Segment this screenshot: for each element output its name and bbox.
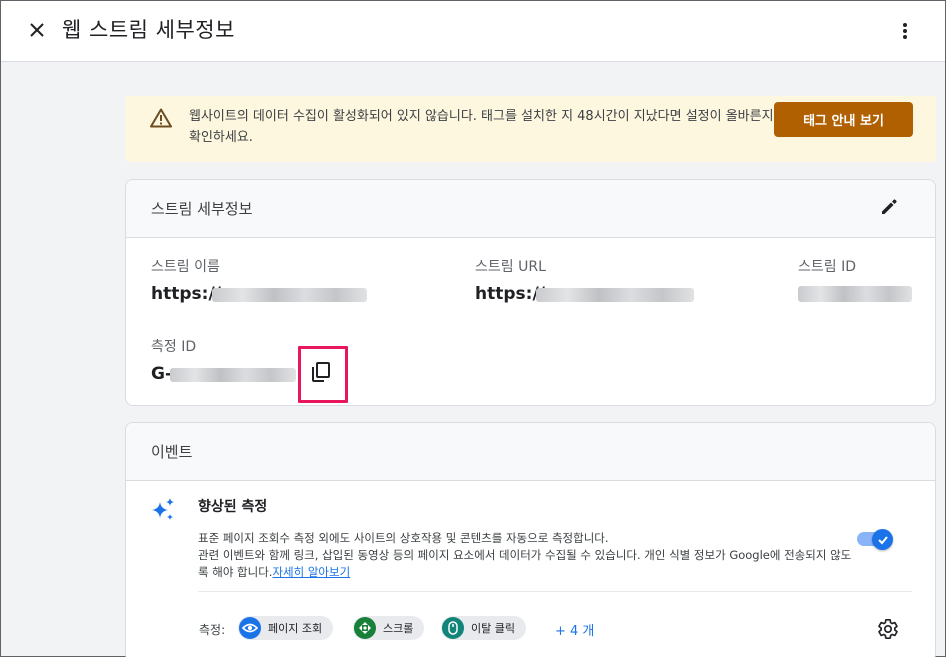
sparkle-icon [152,498,174,520]
eye-icon [239,617,261,639]
more-measurements-link[interactable]: + 4 개 [555,620,594,639]
data-collection-warning-banner: 웹사이트의 데이터 수집이 활성화되어 있지 않습니다. 태그를 설치한 지 4… [125,96,936,162]
page-title: 웹 스트림 세부정보 [62,18,235,42]
events-title: 이벤트 [151,443,193,461]
view-tag-guide-button[interactable]: 태그 안내 보기 [774,102,913,137]
redacted-stream-url [536,288,694,302]
chip-outbound-click[interactable]: 이탈 클릭 [441,616,526,640]
stream-details-header: 스트림 세부정보 [126,180,935,238]
chip-label: 페이지 조회 [268,622,323,635]
divider [198,591,912,592]
stream-details-card: 스트림 세부정보 스트림 이름 https:// 스트림 URL https:/… [125,179,936,406]
redacted-stream-name [212,288,367,302]
measurement-id-label: 측정 ID [151,339,197,355]
copy-icon [312,362,330,382]
stream-url-label: 스트림 URL [475,259,546,275]
enhanced-measurement-title: 향상된 측정 [198,499,268,515]
banner-message: 웹사이트의 데이터 수집이 활성화되어 있지 않습니다. 태그를 설치한 지 4… [189,109,774,145]
mouse-icon [442,617,464,639]
more-options-button[interactable] [893,19,917,43]
top-bar: 웹 스트림 세부정보 [1,1,945,62]
close-icon [30,23,44,37]
redacted-stream-id [798,286,912,302]
enhanced-desc-line1: 표준 페이지 조회수 측정 외에도 사이트의 상호작용 및 콘텐츠를 자동으로 … [198,531,609,545]
stream-name-value: https:// [151,284,221,304]
chip-label: 이탈 클릭 [471,622,515,635]
learn-more-link[interactable]: 자세히 알아보기 [272,565,350,579]
pencil-icon [882,199,897,214]
measurement-label: 측정: [199,623,226,637]
stream-id-label: 스트림 ID [798,259,856,275]
close-button[interactable] [25,18,49,42]
more-vert-icon [903,23,907,39]
copy-measurement-id-button[interactable] [310,361,332,387]
enhanced-measurement-settings-button[interactable] [877,618,899,644]
gear-icon [878,619,898,640]
stream-details-title: 스트림 세부정보 [151,200,253,218]
check-icon [877,535,888,544]
redacted-measurement-id [170,368,296,382]
enhanced-measurement-description: 표준 페이지 조회수 측정 외에도 사이트의 상호작용 및 콘텐츠를 자동으로 … [198,530,858,581]
measurement-id-value: G- [151,364,173,384]
enhanced-measurement-toggle[interactable] [857,529,893,550]
scroll-icon [354,617,376,639]
chip-scroll[interactable]: 스크롤 [353,616,425,640]
events-header: 이벤트 [126,423,935,481]
stream-name-label: 스트림 이름 [151,259,220,275]
warning-icon [150,108,172,128]
stream-url-value: https:// [475,284,545,304]
toggle-knob [872,529,893,550]
chip-page-view[interactable]: 페이지 조회 [238,616,334,640]
edit-stream-button[interactable] [879,197,899,221]
chip-label: 스크롤 [383,622,414,635]
events-card: 이벤트 향상된 측정 표준 페이지 조회수 측정 외에도 사이트의 상호작용 및… [125,422,936,657]
